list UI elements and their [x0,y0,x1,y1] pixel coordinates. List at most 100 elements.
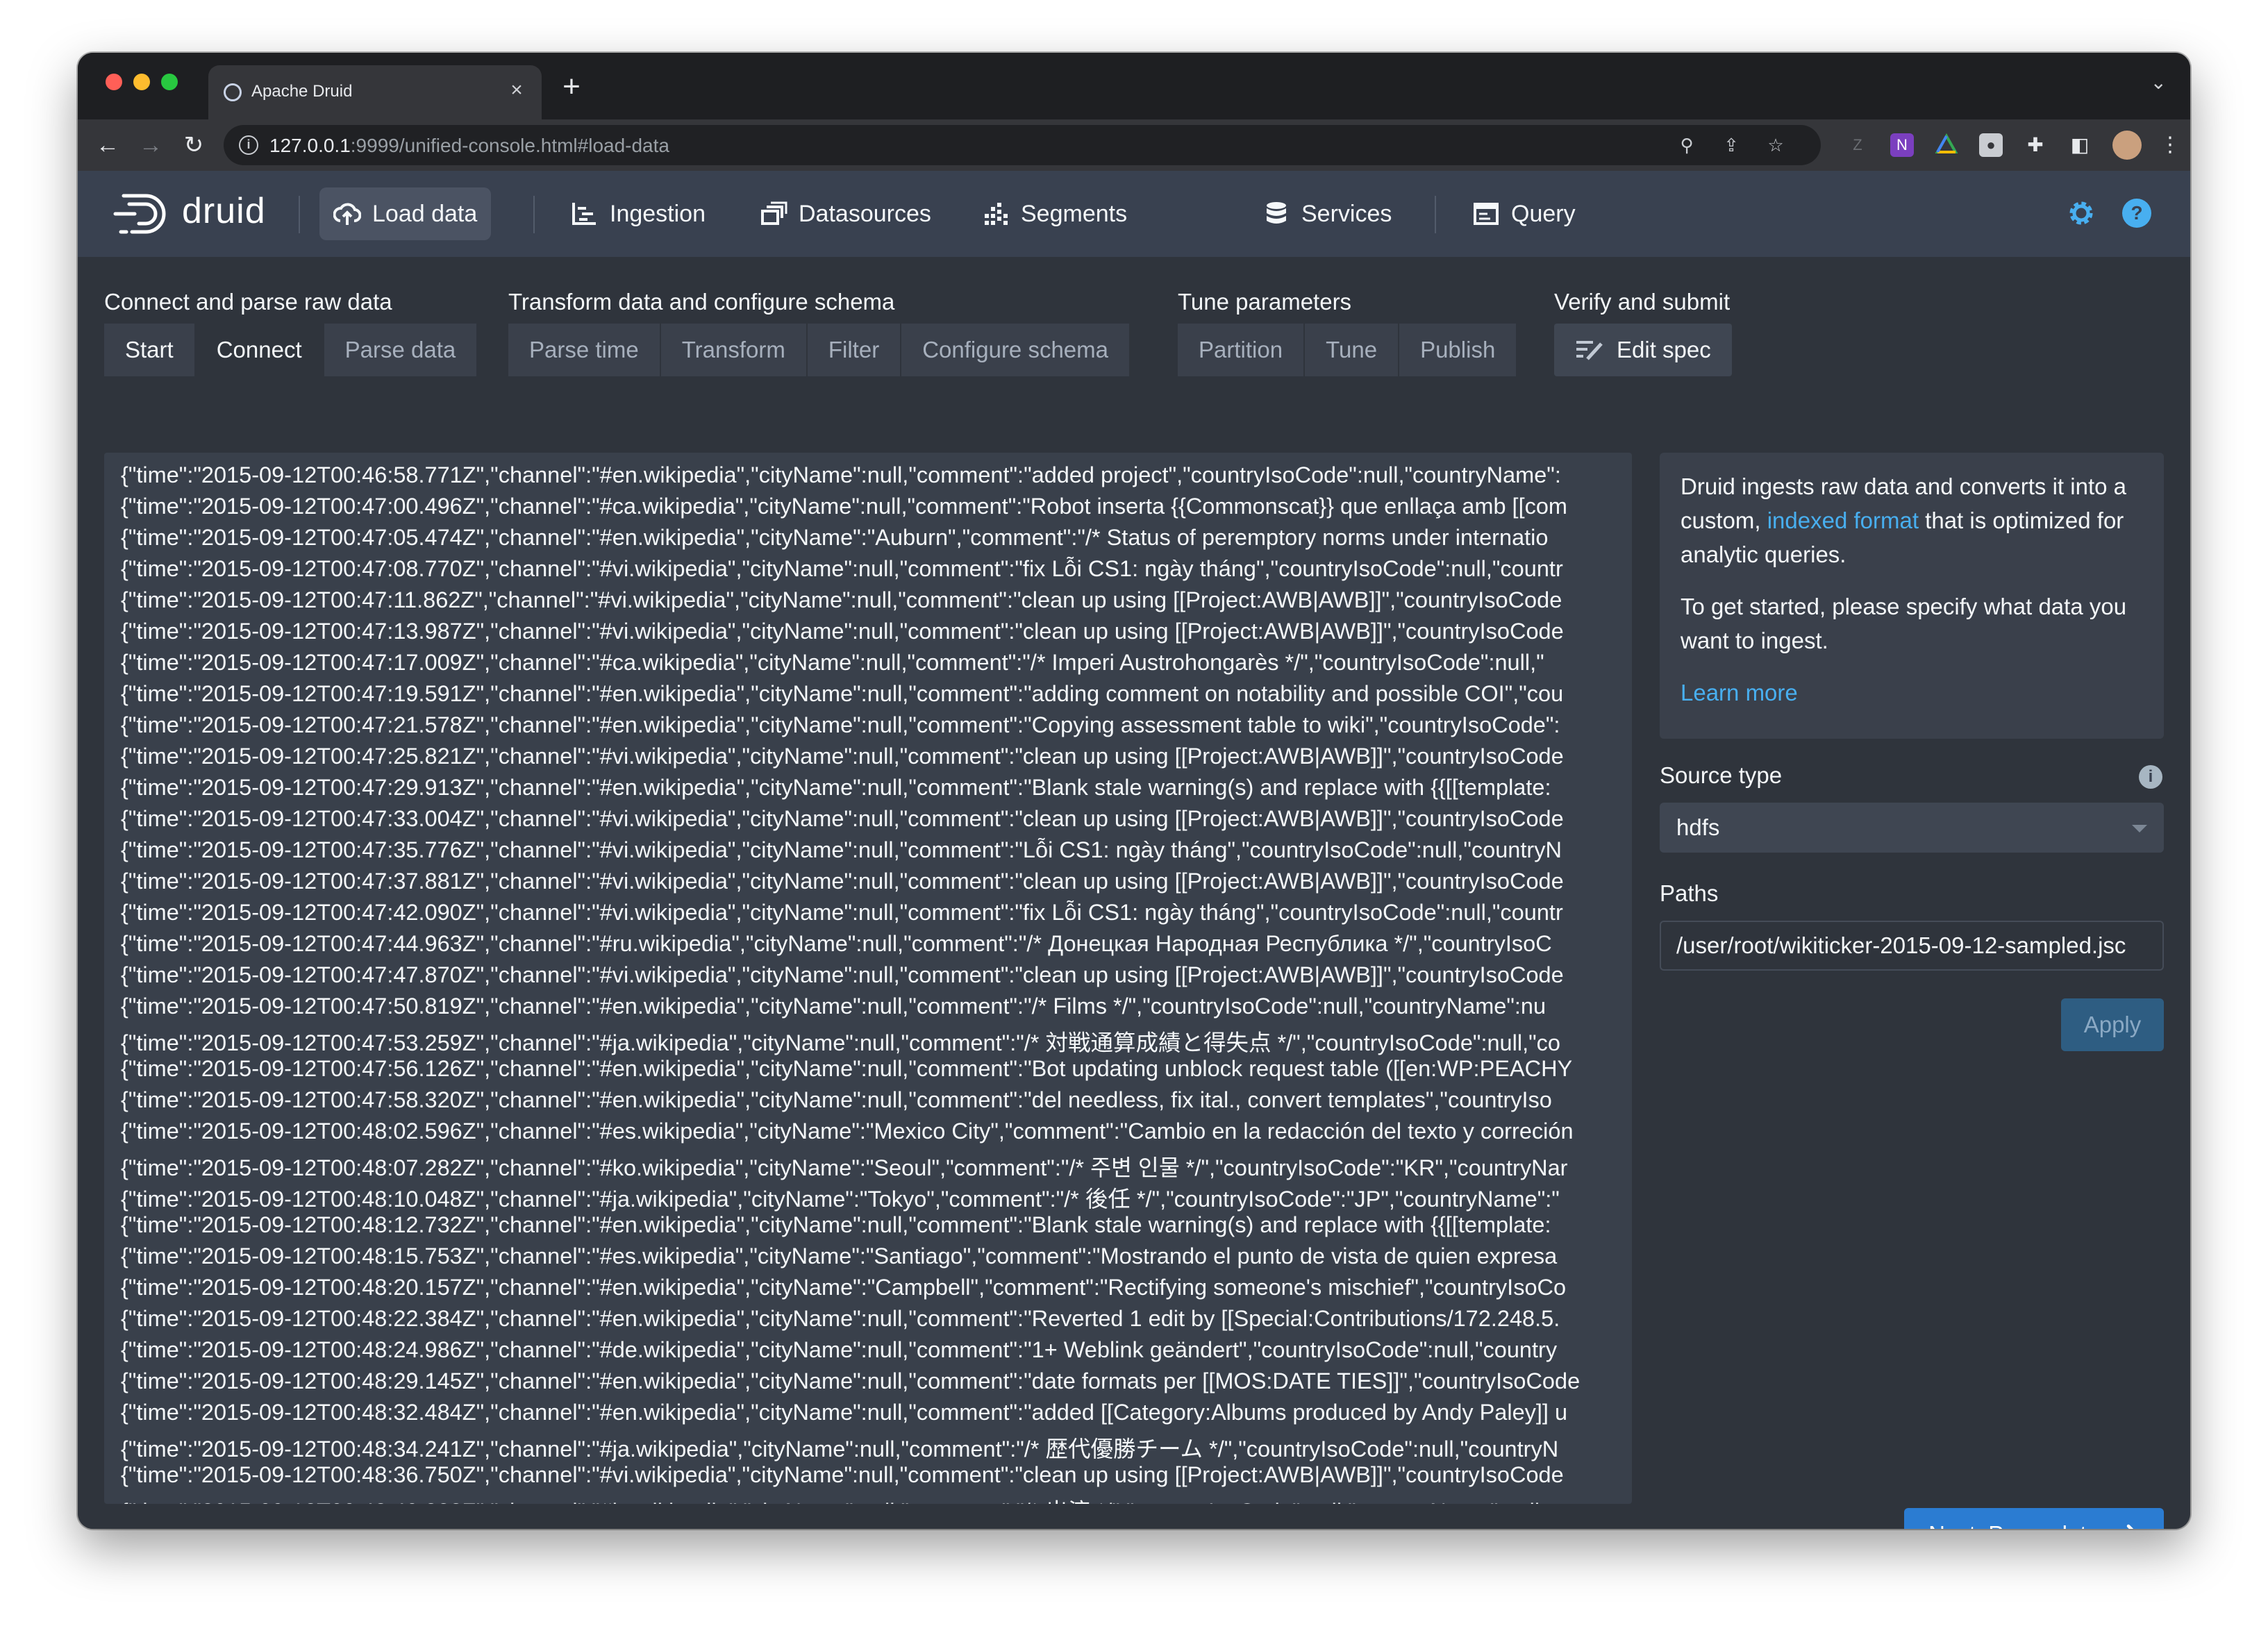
step-parse-data[interactable]: Parse data [324,324,477,376]
raw-data-line: {"time":"2015-09-12T00:48:34.241Z","chan… [121,1437,1559,1462]
raw-data-line: {"time":"2015-09-12T00:47:33.004Z","chan… [121,806,1564,831]
learn-more-link[interactable]: Learn more [1681,680,1798,705]
browser-tab-title: Apache Druid [251,82,353,101]
step-partition[interactable]: Partition [1178,324,1306,376]
next-button-label: Next: Parse data [1928,1521,2099,1529]
zoom-icon[interactable]: ⚲ [1675,133,1699,157]
share-icon[interactable]: ⇪ [1719,133,1743,157]
druid-logo-icon[interactable] [111,190,178,237]
druid-header: druid Load data Ingestion Datasources Se… [78,171,2190,257]
nav-segments-label: Segments [1021,200,1128,227]
raw-data-line: {"time":"2015-09-12T00:47:08.770Z","chan… [121,556,1563,581]
edit-spec-icon [1576,341,1603,360]
nav-ingestion-label: Ingestion [610,200,706,227]
address-bar[interactable]: i 127.0.0.1:9999/unified-console.html#lo… [224,125,1821,165]
apply-button[interactable]: Apply [2061,998,2164,1051]
nav-segments[interactable]: Segments [968,187,1141,240]
nav-services[interactable]: Services [1249,187,1406,240]
gear-icon[interactable] [2065,197,2097,229]
raw-data-line: {"time":"2015-09-12T00:48:32.484Z","chan… [121,1400,1568,1425]
raw-data-line: {"time":"2015-09-12T00:48:15.753Z","chan… [121,1243,1558,1268]
help-icon[interactable]: ? [2121,197,2153,229]
raw-data-line: {"time":"2015-09-12T00:47:53.259Z","chan… [121,1030,1560,1055]
side-panel-icon[interactable]: ◧ [2068,133,2092,157]
extension-z-icon[interactable]: Z [1846,133,1869,157]
nav-load-data[interactable]: Load data [319,187,492,240]
tab-search-icon[interactable]: ⌄ [2151,71,2167,94]
next-parse-data-button[interactable]: Next: Parse data [1904,1508,2164,1529]
raw-data-line: {"time":"2015-09-12T00:48:20.157Z","chan… [121,1275,1567,1300]
onenote-extension-icon[interactable]: N [1890,133,1914,157]
reload-icon[interactable]: ↻ [176,128,211,162]
step-group-transform: Parse time Transform Filter Configure sc… [508,324,1130,376]
raw-data-line: {"time":"2015-09-12T00:47:56.126Z","chan… [121,1056,1573,1081]
step-group-title: Connect and parse raw data [104,289,392,315]
step-publish[interactable]: Publish [1399,324,1517,376]
application-icon [1474,203,1499,225]
step-group-tune: Partition Tune Publish [1178,324,1517,376]
multi-select-icon [761,201,787,225]
step-connect[interactable]: Connect [195,324,324,376]
bookmark-star-icon[interactable]: ☆ [1764,133,1787,157]
step-group-verify: Edit spec [1554,324,1732,376]
header-divider [299,196,300,233]
step-transform[interactable]: Transform [660,324,808,376]
nav-services-label: Services [1301,200,1392,227]
source-type-value: hdfs [1676,814,1720,840]
profile-avatar[interactable] [2112,131,2142,160]
nav-query[interactable]: Query [1458,187,1590,240]
step-group-connect: Start Connect Parse data [104,324,477,376]
raw-data-line: {"time":"2015-09-12T00:48:12.732Z","chan… [121,1212,1551,1237]
source-type-select[interactable]: hdfs [1660,803,2164,853]
step-parse-time[interactable]: Parse time [508,324,661,376]
nav-ingestion[interactable]: Ingestion [557,187,719,240]
back-arrow-icon[interactable]: ← [90,128,125,162]
site-info-icon[interactable]: i [239,135,258,155]
new-tab-button[interactable]: + [554,69,589,104]
step-group-title: Tune parameters [1178,289,1352,315]
stacked-chart-icon [985,203,1008,225]
puzzle-extensions-icon[interactable]: ✚ [2024,133,2047,157]
raw-data-line: {"time":"2015-09-12T00:48:36.750Z","chan… [121,1462,1564,1487]
browser-menu-icon[interactable]: ⋮ [2158,133,2182,157]
raw-data-line: {"time":"2015-09-12T00:47:37.881Z","chan… [121,869,1564,894]
raw-data-line: {"time":"2015-09-12T00:47:05.474Z","chan… [121,525,1549,550]
screenshot-extension-icon[interactable]: ● [1979,133,2003,157]
druid-logo-text: druid [182,191,266,231]
raw-data-line: {"time":"2015-09-12T00:47:42.090Z","chan… [121,900,1563,925]
browser-toolbar: ← → ↻ i 127.0.0.1:9999/unified-console.h… [78,119,2190,171]
callout-instruction-text: To get started, please specify what data… [1681,594,2127,653]
indexed-format-link[interactable]: indexed format [1767,508,1919,533]
raw-data-line: {"time":"2015-09-12T00:47:13.987Z","chan… [121,619,1564,644]
browser-tab[interactable]: Apache Druid × [208,65,542,119]
url-text: 127.0.0.1:9999/unified-console.html#load… [269,135,669,156]
raw-data-line: {"time":"2015-09-12T00:47:58.320Z","chan… [121,1087,1552,1112]
minimize-window-button[interactable] [133,74,150,90]
paths-input[interactable]: /user/root/wikiticker-2015-09-12-sampled… [1660,921,2164,971]
raw-data-line: {"time":"2015-09-12T00:48:07.282Z","chan… [121,1155,1568,1180]
raw-data-line: {"time":"2015-09-12T00:47:00.496Z","chan… [121,494,1567,519]
nav-datasources[interactable]: Datasources [746,187,945,240]
source-type-label: Source type [1660,762,1783,788]
forward-arrow-icon[interactable]: → [133,128,168,162]
raw-data-line: {"time":"2015-09-12T00:47:11.862Z","chan… [121,587,1562,612]
druid-favicon-icon [224,83,242,101]
raw-data-line: {"time":"2015-09-12T00:47:44.963Z","chan… [121,931,1552,956]
maximize-window-button[interactable] [161,74,178,90]
step-edit-spec-label: Edit spec [1617,337,1711,362]
info-icon[interactable]: i [2139,765,2162,789]
close-window-button[interactable] [106,74,122,90]
drive-extension-icon[interactable] [1935,133,1958,157]
raw-data-line: {"time":"2015-09-12T00:47:47.870Z","chan… [121,962,1564,987]
step-tune[interactable]: Tune [1305,324,1400,376]
step-configure-schema[interactable]: Configure schema [901,324,1130,376]
raw-data-line: {"time":"2015-09-12T00:47:50.819Z","chan… [121,994,1546,1019]
close-tab-icon[interactable]: × [504,78,529,103]
raw-data-line: {"time":"2015-09-12T00:47:19.591Z","chan… [121,681,1564,706]
step-start[interactable]: Start [104,324,196,376]
header-divider [1435,196,1436,233]
step-filter[interactable]: Filter [807,324,902,376]
caret-down-icon [2132,825,2147,832]
step-edit-spec[interactable]: Edit spec [1554,324,1732,376]
raw-data-preview[interactable]: {"time":"2015-09-12T00:46:58.771Z","chan… [104,453,1632,1504]
